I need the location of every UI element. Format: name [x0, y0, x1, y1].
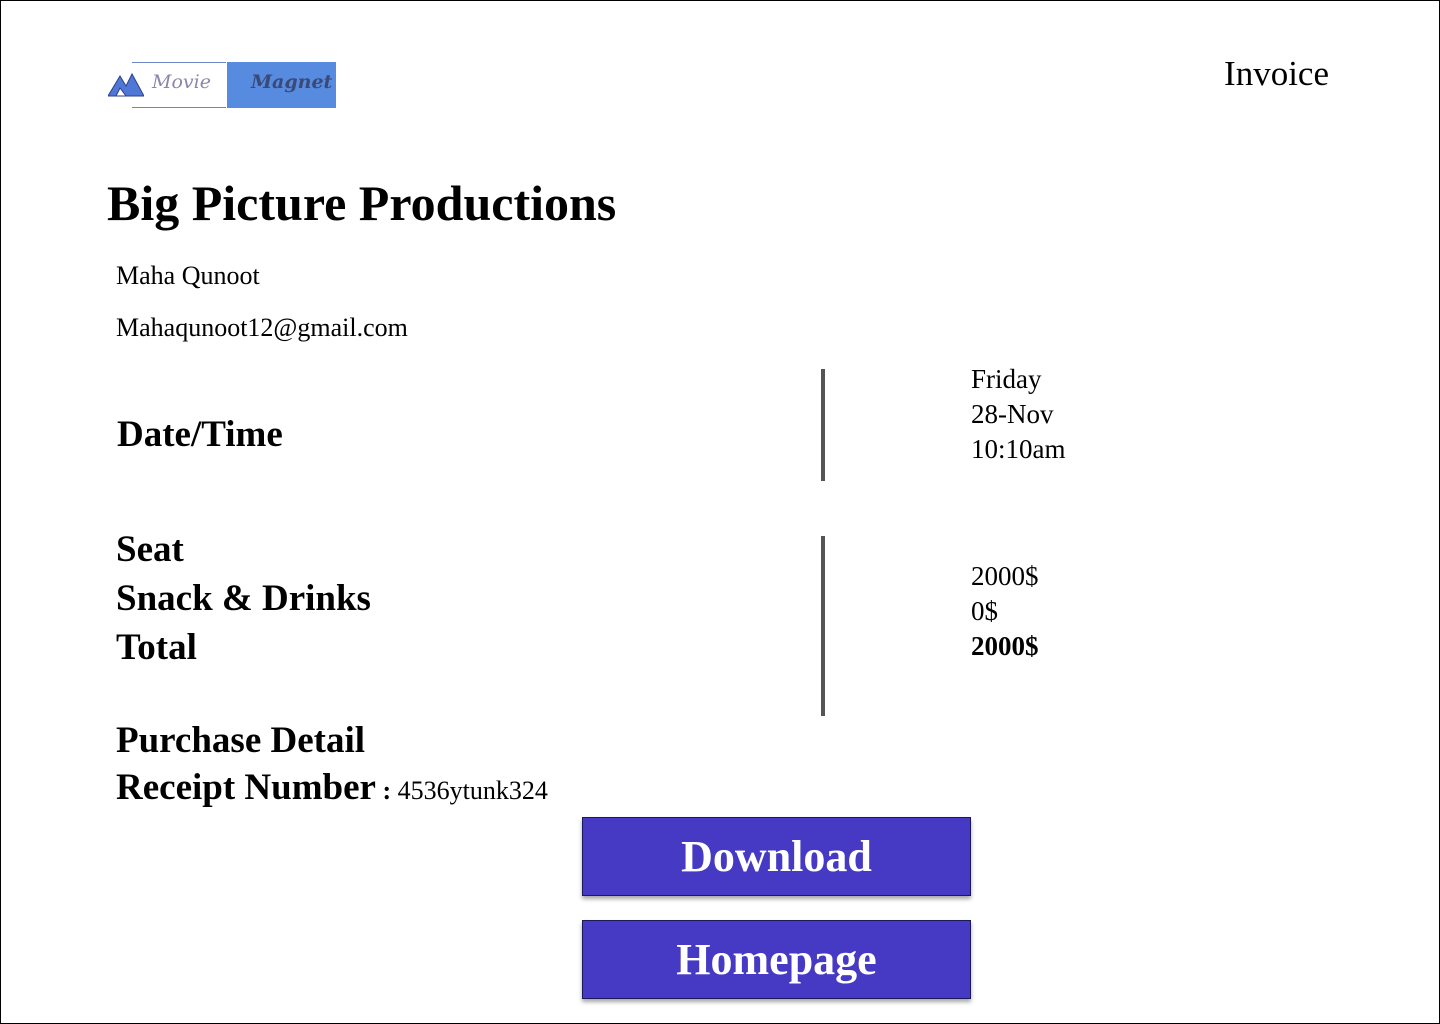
- purchase-heading: Purchase Detail: [116, 720, 366, 761]
- receipt-separator: :: [375, 776, 398, 805]
- customer-name: Maha Qunoot: [116, 261, 260, 290]
- datetime-time: 10:10am: [971, 434, 1066, 464]
- total-label: Total: [116, 627, 197, 668]
- seat-value: 2000$: [971, 561, 1039, 591]
- snack-value: 0$: [971, 596, 998, 626]
- datetime-day: Friday: [971, 364, 1042, 394]
- total-value: 2000$: [971, 631, 1039, 661]
- datetime-date: 28-Nov: [971, 399, 1054, 429]
- brand-logo[interactable]: Movie Magnet: [108, 62, 338, 108]
- receipt-row: Receipt Number : 4536ytunk324: [116, 769, 548, 806]
- receipt-label: Receipt Number: [116, 767, 376, 808]
- download-button[interactable]: Download: [582, 817, 971, 896]
- page-title: Invoice: [1224, 54, 1329, 93]
- datetime-values: Friday 28-Nov 10:10am: [971, 362, 1066, 467]
- receipt-number: 4536ytunk324: [397, 776, 548, 805]
- seat-label: Seat: [116, 529, 184, 570]
- company-name: Big Picture Productions: [107, 175, 617, 231]
- logo-word2: Magnet: [251, 71, 333, 93]
- customer-email: Mahaqunoot12@gmail.com: [116, 313, 408, 342]
- homepage-button[interactable]: Homepage: [582, 920, 971, 999]
- datetime-divider: [821, 369, 825, 481]
- charges-values: 2000$ 0$ 2000$: [971, 559, 1039, 664]
- charges-divider: [821, 536, 825, 716]
- datetime-label: Date/Time: [117, 414, 283, 455]
- logo-word1: Movie: [152, 71, 211, 93]
- snack-label: Snack & Drinks: [116, 578, 371, 619]
